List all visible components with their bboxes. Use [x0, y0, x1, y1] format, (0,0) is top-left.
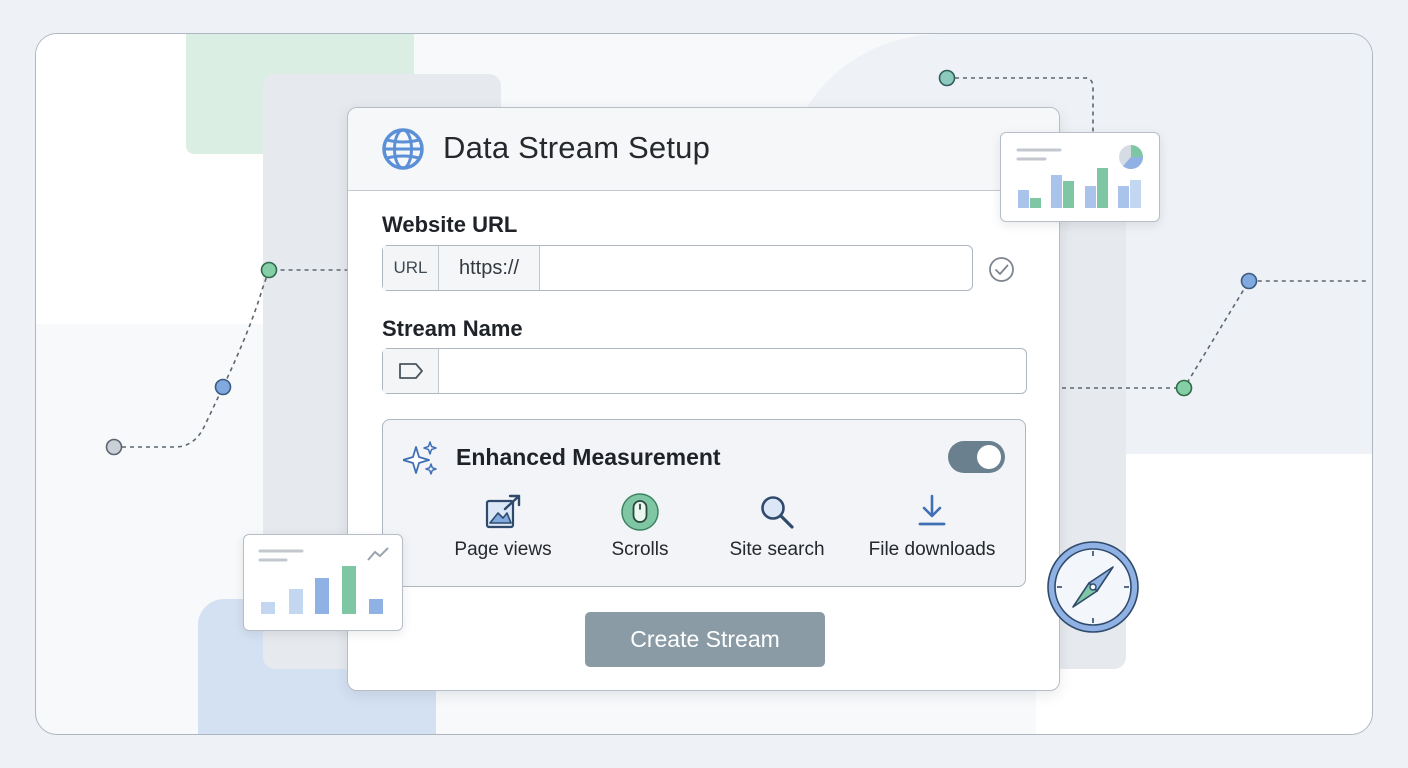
enhanced-measurement-panel: Enhanced Measurement Page views Scrolls [382, 419, 1026, 587]
search-icon [761, 496, 794, 529]
url-prefix-badge: URL [383, 246, 439, 290]
connector-node [938, 69, 956, 87]
create-stream-button[interactable]: Create Stream [585, 612, 825, 667]
data-stream-setup-card: Data Stream Setup Website URL URL https:… [347, 107, 1060, 691]
website-url-field[interactable]: URL https:// [382, 245, 973, 291]
mini-chart-card [243, 534, 403, 631]
stream-name-input[interactable] [439, 349, 1026, 393]
website-url-label: Website URL [382, 212, 518, 237]
enhanced-measurement-toggle[interactable] [948, 441, 1005, 473]
mini-chart-graphic [258, 547, 389, 614]
page-title: Data Stream Setup [443, 130, 711, 165]
card-header: Data Stream Setup [348, 108, 1059, 191]
feature-label: Scrolls [611, 539, 669, 560]
feature-file-downloads: File downloads [857, 492, 1007, 561]
feature-label: Page views [454, 539, 552, 560]
feature-page-views: Page views [428, 492, 578, 561]
protocol-selector[interactable]: https:// [439, 246, 540, 290]
page-views-icon [485, 494, 521, 529]
feature-scrolls: Scrolls [565, 492, 715, 561]
compass-icon [1047, 541, 1139, 633]
feature-label: Site search [729, 539, 825, 560]
feature-label: File downloads [868, 539, 996, 560]
stream-name-field[interactable] [382, 348, 1027, 394]
mini-chart-graphic [1016, 145, 1144, 208]
sparkle-icon [403, 441, 437, 475]
mini-chart-card [1000, 132, 1160, 222]
toggle-knob [977, 445, 1001, 469]
connector-node [105, 438, 123, 456]
stream-name-label: Stream Name [382, 316, 523, 341]
connector-node [260, 261, 278, 279]
globe-icon [382, 128, 424, 170]
tag-icon [398, 363, 423, 379]
connector-node [214, 378, 232, 396]
check-circle-icon [989, 257, 1014, 282]
mouse-icon [621, 493, 659, 531]
download-icon [918, 494, 946, 526]
enhanced-measurement-title: Enhanced Measurement [456, 444, 721, 470]
tag-prefix [383, 349, 439, 393]
website-url-input[interactable] [540, 246, 972, 290]
feature-site-search: Site search [702, 492, 852, 561]
connector-node [1240, 272, 1258, 290]
connector-node [1175, 379, 1193, 397]
